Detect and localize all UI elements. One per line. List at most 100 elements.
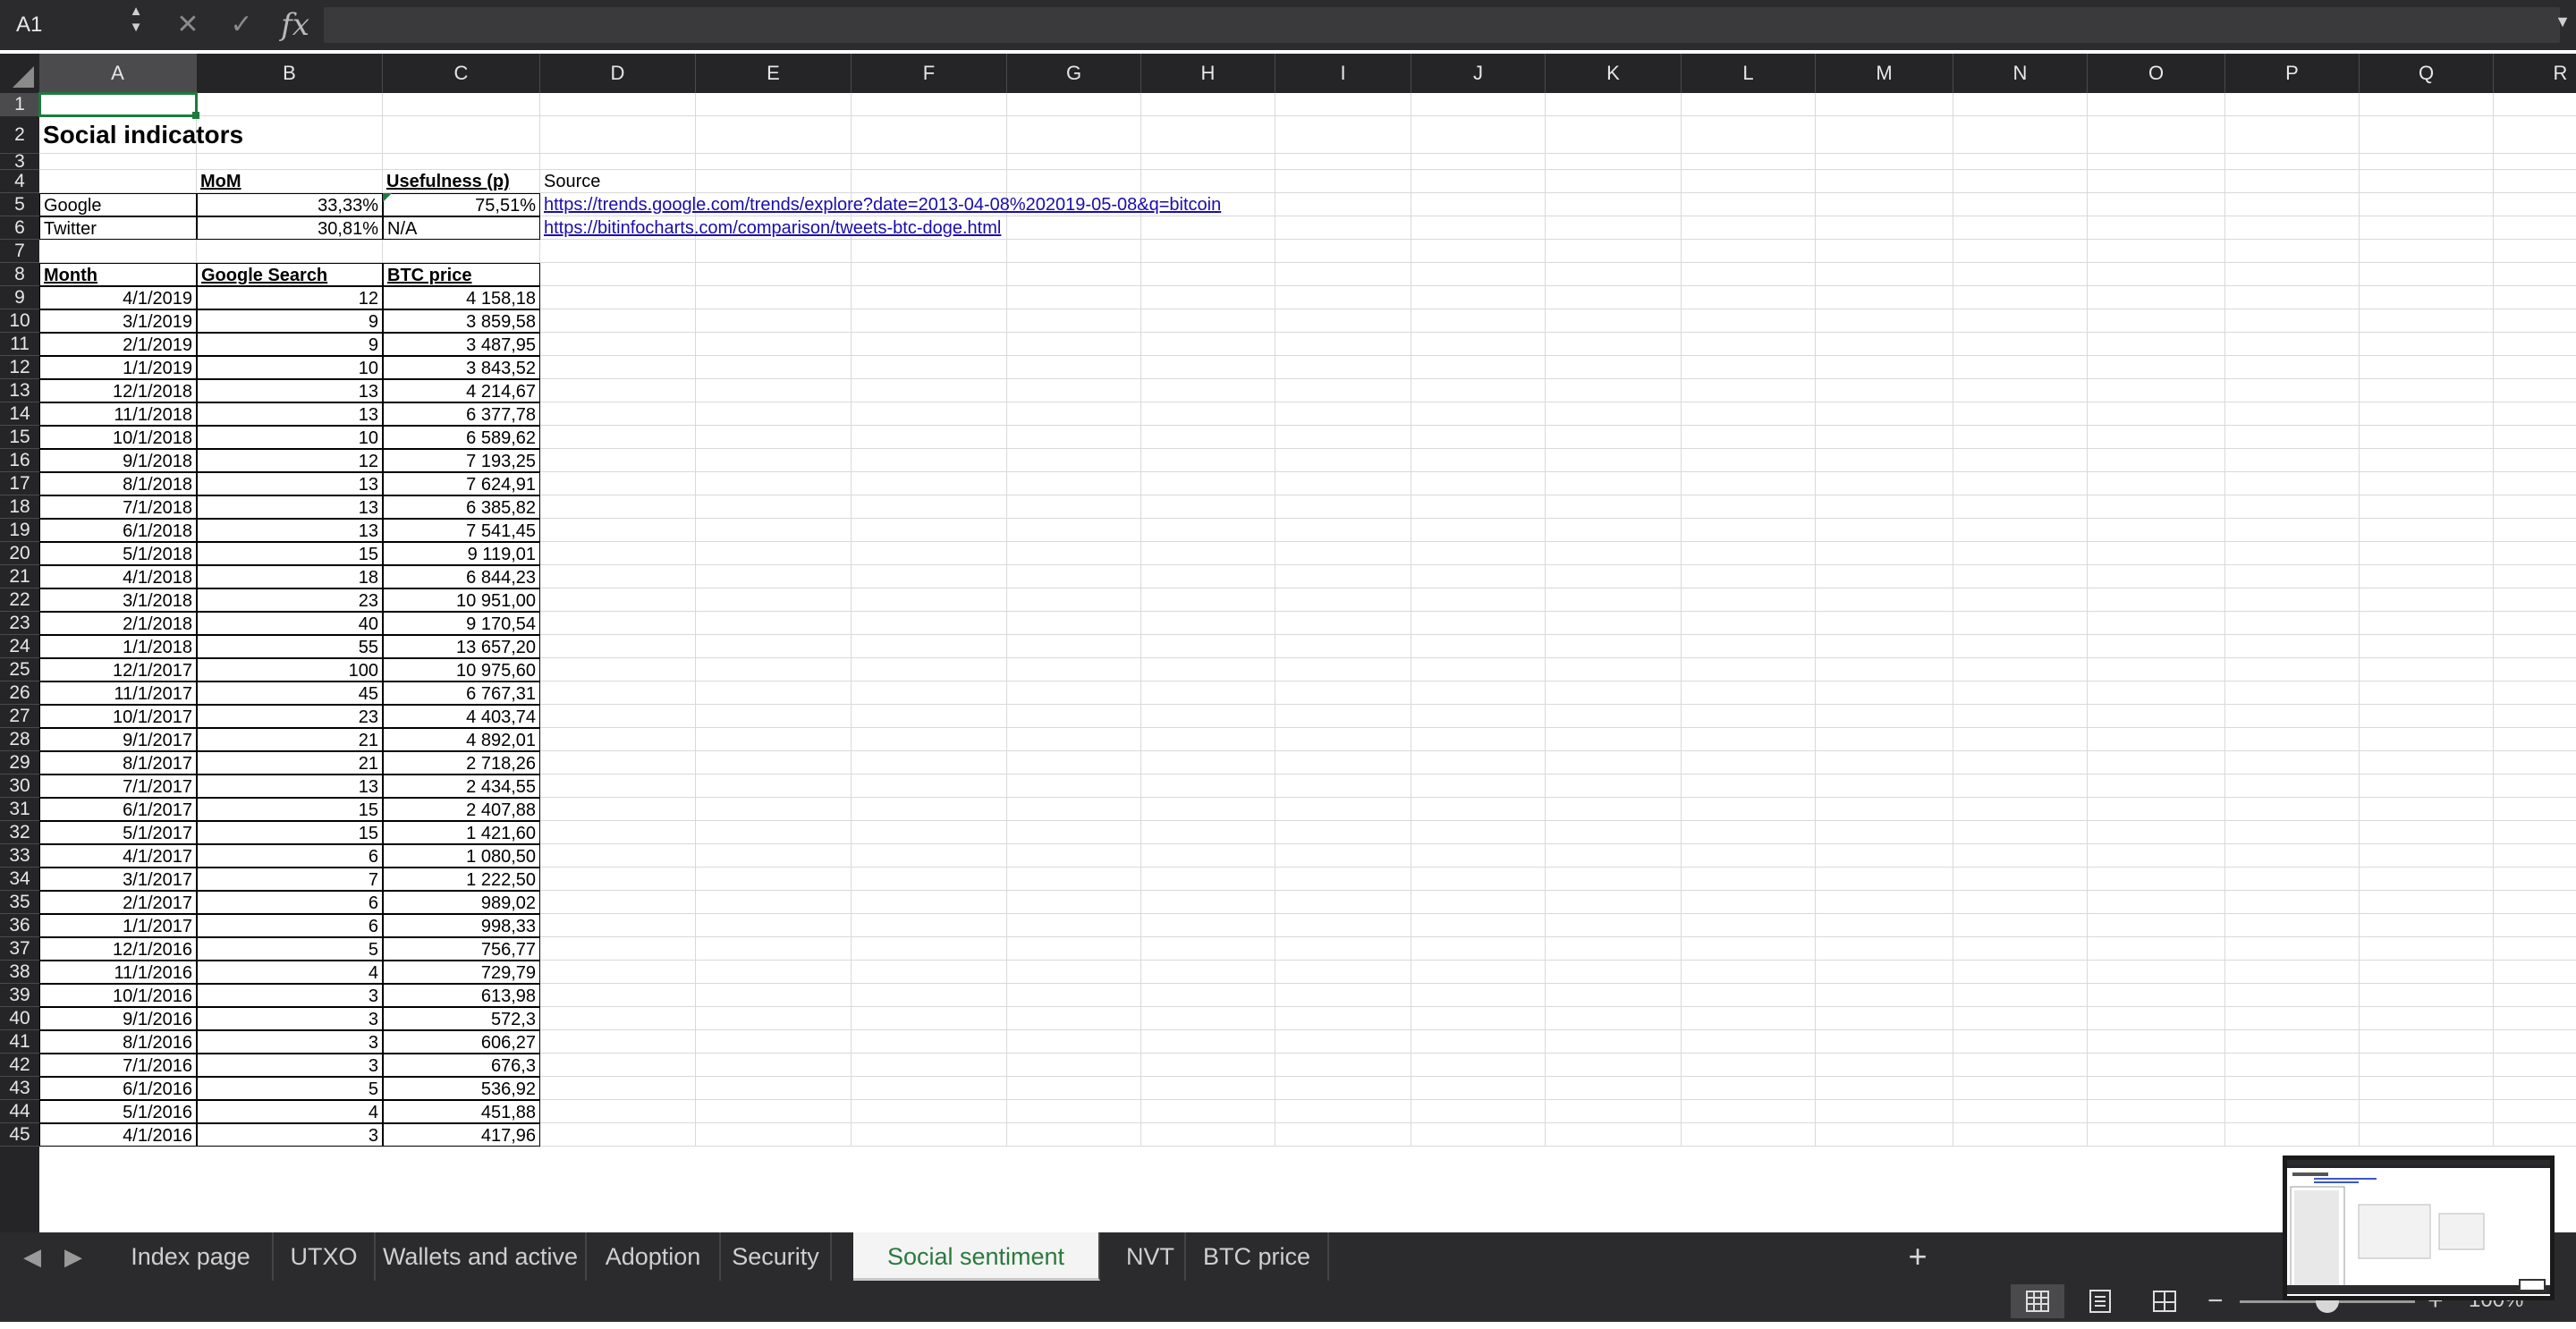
- row-header-33[interactable]: 33: [0, 844, 39, 868]
- row-header-34[interactable]: 34: [0, 868, 39, 891]
- function-icon[interactable]: fx: [277, 7, 313, 43]
- column-header-k[interactable]: K: [1546, 54, 1682, 93]
- sheet-tab-social-sentiment-analysis[interactable]: Social sentiment analysis: [853, 1232, 1100, 1318]
- row-header-10[interactable]: 10: [0, 309, 39, 333]
- scroll-tabs-left-icon[interactable]: ◀: [14, 1240, 50, 1274]
- zoom-out-button[interactable]: −: [2207, 1286, 2224, 1316]
- row-header-1[interactable]: 1: [0, 93, 39, 116]
- row-header-23[interactable]: 23: [0, 612, 39, 635]
- row-header-39[interactable]: 39: [0, 984, 39, 1007]
- row-header-19[interactable]: 19: [0, 519, 39, 542]
- btc-price-cell: 7 624,91: [383, 472, 540, 495]
- column-header-i[interactable]: I: [1275, 54, 1411, 93]
- formula-dropdown-icon[interactable]: ▼: [2555, 13, 2571, 31]
- row-header-30[interactable]: 30: [0, 775, 39, 798]
- row-header-42[interactable]: 42: [0, 1054, 39, 1077]
- row-header-6[interactable]: 6: [0, 216, 39, 240]
- row-header-37[interactable]: 37: [0, 937, 39, 961]
- column-header-g[interactable]: G: [1007, 54, 1141, 93]
- window-thumbnail-preview[interactable]: [2283, 1155, 2555, 1300]
- source-link[interactable]: https://bitinfocharts.com/comparison/twe…: [540, 216, 1275, 240]
- row-header-29[interactable]: 29: [0, 751, 39, 775]
- row-header-25[interactable]: 25: [0, 658, 39, 681]
- row-header-41[interactable]: 41: [0, 1030, 39, 1054]
- page-break-view-icon[interactable]: [2138, 1284, 2191, 1318]
- sheet-tab-wallets-and-active-addresses[interactable]: Wallets and active addresses: [376, 1232, 587, 1318]
- row-header-21[interactable]: 21: [0, 565, 39, 588]
- enter-icon[interactable]: ✓: [224, 7, 259, 43]
- row-header-16[interactable]: 16: [0, 449, 39, 472]
- row-header-32[interactable]: 32: [0, 821, 39, 844]
- column-header-h[interactable]: H: [1141, 54, 1275, 93]
- active-cell-selection[interactable]: [38, 92, 198, 117]
- row-header-20[interactable]: 20: [0, 542, 39, 565]
- row-header-11[interactable]: 11: [0, 333, 39, 356]
- error-indicator-icon[interactable]: [383, 193, 392, 202]
- sheet-tab-utxo[interactable]: UTXO: [274, 1232, 376, 1281]
- column-header-j[interactable]: J: [1411, 54, 1546, 93]
- row-header-5[interactable]: 5: [0, 193, 39, 216]
- row-header-17[interactable]: 17: [0, 472, 39, 495]
- row-header-36[interactable]: 36: [0, 914, 39, 937]
- btc-price-cell: 4 214,67: [383, 379, 540, 402]
- row-header-44[interactable]: 44: [0, 1100, 39, 1123]
- column-header-d[interactable]: D: [540, 54, 696, 93]
- column-header-a[interactable]: A: [39, 54, 197, 93]
- row-header-31[interactable]: 31: [0, 798, 39, 821]
- sheet-tab-adoption-metrics[interactable]: Adoption metrics: [587, 1232, 721, 1318]
- row-header-4[interactable]: 4: [0, 170, 39, 193]
- header-month: Month: [39, 263, 197, 286]
- column-header-p[interactable]: P: [2225, 54, 2360, 93]
- row-header-7[interactable]: 7: [0, 240, 39, 263]
- name-box-stepper-icon[interactable]: ▲ ▼: [125, 4, 147, 43]
- formula-input[interactable]: [324, 7, 2560, 43]
- add-sheet-icon[interactable]: +: [1884, 1232, 1952, 1281]
- row-header-14[interactable]: 14: [0, 402, 39, 426]
- row-header-13[interactable]: 13: [0, 379, 39, 402]
- row-header-45[interactable]: 45: [0, 1123, 39, 1147]
- column-header-n[interactable]: N: [1953, 54, 2088, 93]
- sheet-tab-btc-price[interactable]: BTC price: [1186, 1232, 1329, 1281]
- column-header-m[interactable]: M: [1816, 54, 1953, 93]
- month-cell: 4/1/2018: [39, 565, 197, 588]
- btc-price-cell: 6 377,78: [383, 402, 540, 426]
- row-header-40[interactable]: 40: [0, 1007, 39, 1030]
- normal-view-icon[interactable]: [2011, 1284, 2064, 1318]
- row-header-24[interactable]: 24: [0, 635, 39, 658]
- sheet-tab-security-metrics[interactable]: Security metrics: [721, 1232, 832, 1318]
- column-header-l[interactable]: L: [1682, 54, 1816, 93]
- column-header-c[interactable]: C: [383, 54, 540, 93]
- row-header-22[interactable]: 22: [0, 588, 39, 612]
- fill-handle[interactable]: [192, 112, 199, 119]
- row-header-3[interactable]: 3: [0, 152, 39, 171]
- row-header-28[interactable]: 28: [0, 728, 39, 751]
- select-all-corner-icon[interactable]: [0, 54, 39, 93]
- column-header-o[interactable]: O: [2088, 54, 2225, 93]
- cell-area[interactable]: Social indicators MoM Usefulness (p) Source…: [38, 92, 2576, 1232]
- row-header-26[interactable]: 26: [0, 681, 39, 705]
- row-header-15[interactable]: 15: [0, 426, 39, 449]
- row-header-2[interactable]: 2: [0, 116, 39, 154]
- column-header-e[interactable]: E: [696, 54, 852, 93]
- column-header-f[interactable]: F: [852, 54, 1007, 93]
- scroll-tabs-right-icon[interactable]: ▶: [55, 1240, 91, 1274]
- month-cell: 7/1/2017: [39, 775, 197, 798]
- column-header-q[interactable]: Q: [2360, 54, 2494, 93]
- cancel-icon[interactable]: ✕: [170, 7, 206, 43]
- row-header-43[interactable]: 43: [0, 1077, 39, 1100]
- page-layout-view-icon[interactable]: [2073, 1284, 2127, 1318]
- row-header-8[interactable]: 8: [0, 263, 39, 286]
- source-link[interactable]: https://trends.google.com/trends/explore…: [540, 193, 1275, 216]
- sheet-tab-index-page[interactable]: Index page: [109, 1232, 274, 1281]
- sheet-tab-nvt[interactable]: NVT: [1116, 1232, 1186, 1281]
- column-header-r[interactable]: R: [2494, 54, 2576, 93]
- row-header-27[interactable]: 27: [0, 705, 39, 728]
- row-header-12[interactable]: 12: [0, 356, 39, 379]
- row-header-9[interactable]: 9: [0, 286, 39, 309]
- google-search-cell: 3: [197, 984, 383, 1007]
- month-cell: 2/1/2018: [39, 612, 197, 635]
- row-header-35[interactable]: 35: [0, 891, 39, 914]
- row-header-18[interactable]: 18: [0, 495, 39, 519]
- row-header-38[interactable]: 38: [0, 961, 39, 984]
- column-header-b[interactable]: B: [197, 54, 383, 93]
